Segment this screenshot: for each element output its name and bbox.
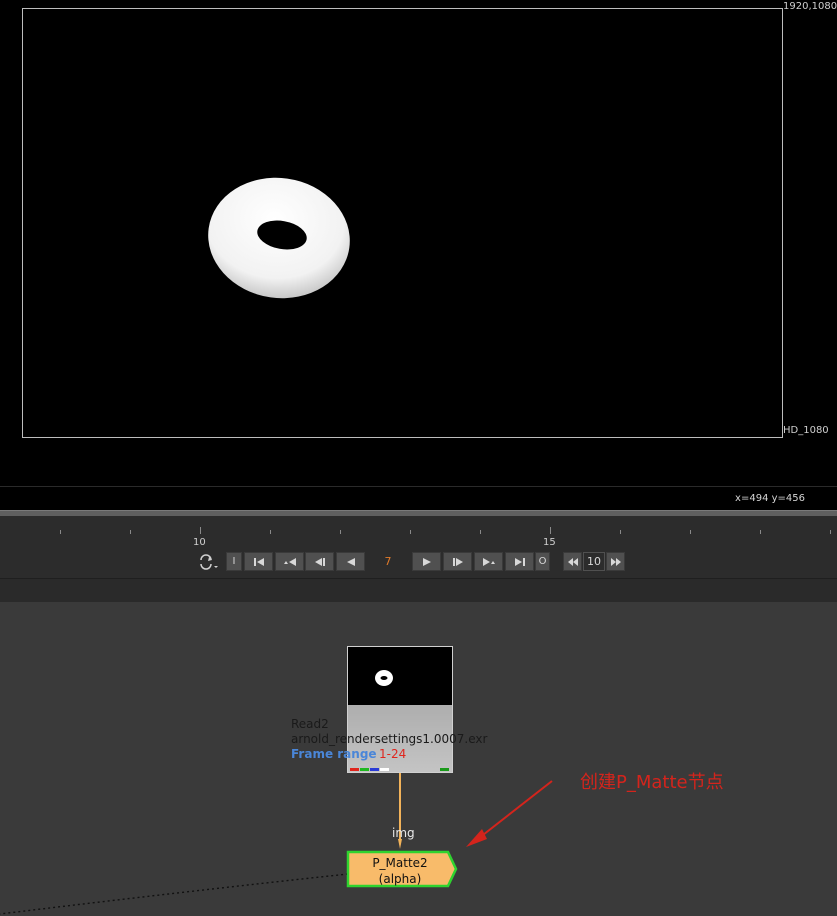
play-forward-icon (422, 557, 431, 566)
previous-keyframe-icon (283, 557, 296, 566)
frame-increment-field[interactable]: 10 (583, 552, 605, 571)
previous-frame-button[interactable] (305, 552, 334, 571)
read-node-file: arnold_rendersettings1.0007.exr (291, 732, 488, 746)
frame-range-value: 1-24 (379, 747, 407, 761)
current-frame-field[interactable]: 7 (366, 552, 410, 571)
read-node-thumbnail (348, 647, 452, 705)
format-frame (22, 8, 783, 438)
pmatte-node-name: P_Matte2 (372, 856, 428, 870)
play-backward-button[interactable] (336, 552, 365, 571)
last-frame-button[interactable] (505, 552, 534, 571)
cursor-coordinates: x=494 y=456 (735, 493, 805, 504)
channel-chip-blue (370, 768, 379, 771)
format-name-label: HD_1080 (783, 425, 829, 436)
read-node-name: Read2 (291, 717, 329, 731)
format-resolution-label: 1920,1080 (783, 1, 837, 12)
step-forward-increment-button[interactable] (606, 552, 625, 571)
previous-keyframe-button[interactable] (275, 552, 304, 571)
first-frame-button[interactable] (244, 552, 273, 571)
frame-ruler[interactable]: 10 15 (0, 516, 837, 548)
channel-chip-green (360, 768, 369, 771)
node-graph-header (0, 578, 837, 603)
dotted-connection (0, 873, 349, 915)
channel-chip-alpha (380, 768, 389, 771)
torus-render (208, 177, 350, 299)
annotation-text: 创建P_Matte节点 (580, 772, 724, 793)
next-frame-button[interactable] (443, 552, 472, 571)
pipe-input-label: img (392, 826, 415, 840)
viewer[interactable]: 1920,1080 HD_1080 (0, 0, 837, 486)
out-point-button[interactable]: O (535, 552, 550, 571)
viewer-status-bar: x=494 y=456 (0, 486, 837, 511)
node-status-chip (440, 768, 449, 771)
playback-mode-icon[interactable] (198, 554, 220, 570)
next-keyframe-icon (482, 557, 495, 566)
rewind-icon (567, 557, 578, 566)
skip-last-icon (514, 557, 525, 566)
in-point-button[interactable]: I (226, 552, 242, 571)
frame-range-label: Frame range (291, 747, 377, 761)
step-back-icon (314, 557, 325, 566)
step-forward-icon (452, 557, 463, 566)
annotation-arrow-icon (466, 780, 553, 847)
next-keyframe-button[interactable] (474, 552, 503, 571)
fast-forward-icon (610, 557, 621, 566)
thumbnail-torus (375, 670, 393, 686)
pmatte-node-channel: (alpha) (378, 872, 422, 886)
channel-chip-red (350, 768, 359, 771)
ruler-label-10: 10 (193, 537, 206, 548)
step-back-increment-button[interactable] (563, 552, 582, 571)
play-backward-icon (346, 557, 355, 566)
skip-first-icon (253, 557, 264, 566)
ruler-label-15: 15 (543, 537, 556, 548)
play-forward-button[interactable] (412, 552, 441, 571)
